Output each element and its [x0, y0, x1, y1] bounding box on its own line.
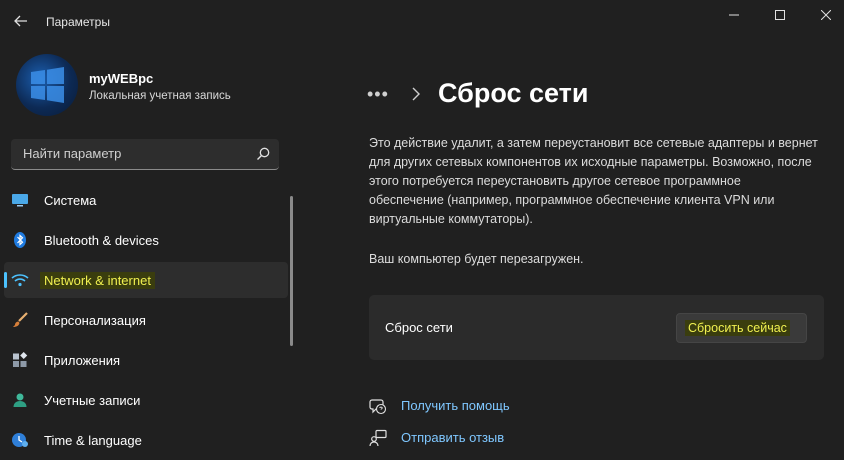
accounts-icon — [13, 393, 27, 407]
page-title: Сброс сети — [438, 78, 589, 108]
sidebar-item-label: Bluetooth & devices — [44, 233, 159, 248]
network-reset-card: Сброс сети Сбросить сейчас — [369, 295, 824, 360]
sidebar-scrollbar[interactable] — [290, 196, 293, 346]
chevron-right-icon — [412, 87, 420, 101]
sidebar-item-label: Персонализация — [44, 313, 146, 328]
search-icon[interactable] — [255, 146, 271, 162]
sidebar-item-network[interactable]: Network & internet — [4, 262, 288, 298]
sidebar-item-accounts[interactable]: Учетные записи — [4, 382, 288, 418]
sidebar-item-label: Приложения — [44, 353, 121, 368]
system-display-icon — [12, 194, 28, 207]
avatar[interactable] — [16, 54, 78, 116]
sidebar-item-label: Time & language — [44, 433, 142, 448]
account-type: Локальная учетная запись — [89, 90, 231, 102]
link-label: Получить помощь — [401, 398, 510, 413]
description-text: Это действие удалит, а затем переустанов… — [369, 136, 818, 226]
sidebar-item-system[interactable]: Система — [4, 182, 288, 218]
sidebar-item-label: Система — [44, 193, 97, 208]
search-box[interactable] — [11, 139, 279, 170]
back-button[interactable] — [8, 8, 34, 34]
bluetooth-icon — [14, 232, 26, 248]
wifi-icon — [11, 274, 29, 287]
reset-now-label: Сбросить сейчас — [685, 320, 790, 336]
minimize-icon — [729, 14, 739, 16]
active-indicator — [4, 272, 7, 288]
feedback-icon — [369, 429, 387, 447]
user-name: myWEBpc — [89, 71, 154, 86]
breadcrumb-more-button[interactable]: ••• — [367, 84, 389, 105]
brush-icon — [13, 312, 28, 327]
app-title: Параметры — [46, 15, 110, 29]
card-label: Сброс сети — [385, 320, 453, 335]
sidebar-item-personalization[interactable]: Персонализация — [4, 302, 288, 338]
search-input[interactable] — [11, 139, 241, 168]
link-label: Отправить отзыв — [401, 430, 505, 445]
minimize-button[interactable] — [711, 2, 757, 28]
time-language-icon — [12, 433, 28, 447]
sidebar-item-bluetooth[interactable]: Bluetooth & devices — [4, 222, 288, 258]
close-button[interactable] — [803, 2, 844, 28]
reboot-note: Ваш компьютер будет перезагружен. — [369, 252, 584, 266]
maximize-button[interactable] — [757, 2, 803, 28]
reset-now-button[interactable]: Сбросить сейчас — [676, 313, 807, 343]
sidebar-item-apps[interactable]: Приложения — [4, 342, 288, 378]
sidebar-item-time-language[interactable]: Time & language — [4, 422, 288, 458]
close-icon — [821, 10, 831, 20]
apps-icon — [13, 352, 28, 367]
title-bar: Параметры — [0, 0, 844, 44]
sidebar-item-label: Учетные записи — [44, 393, 141, 408]
sidebar-item-label: Network & internet — [40, 272, 155, 289]
windows-logo-icon — [31, 67, 64, 103]
help-icon — [369, 399, 387, 415]
back-arrow-icon — [14, 15, 27, 27]
maximize-icon — [775, 10, 785, 20]
